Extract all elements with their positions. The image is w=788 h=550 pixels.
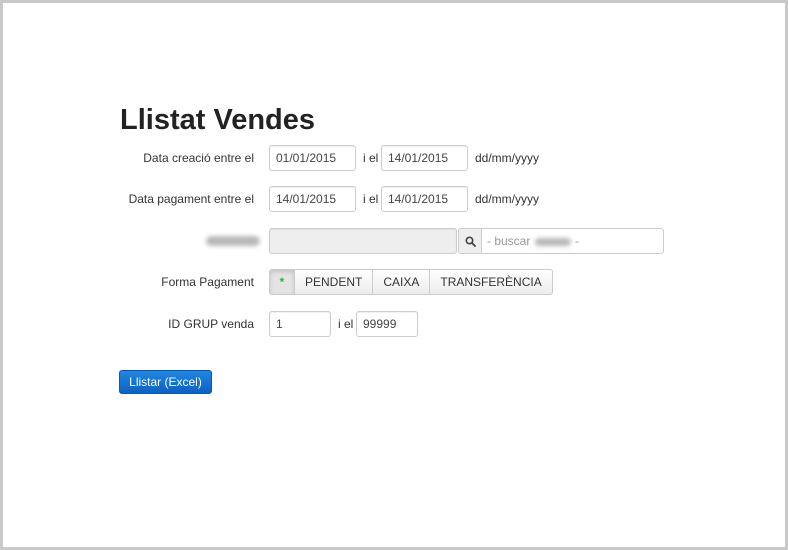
creation-date-from-input[interactable]: 01/01/2015 [269, 145, 356, 171]
page-title: Llistat Vendes [120, 104, 316, 136]
search-icon [464, 235, 476, 247]
payment-option-transfer[interactable]: TRANSFERÈNCIA [429, 269, 553, 295]
payment-date-row: Data pagament entre el 14/01/2015 i el 1… [0, 186, 788, 212]
search-placeholder-prefix: - buscar [487, 234, 531, 248]
group-id-from-input[interactable]: 1 [269, 311, 331, 337]
payment-option-pending[interactable]: PENDENT [294, 269, 374, 295]
creation-date-label: Data creació entre el [143, 151, 254, 165]
blurred-placeholder-text [534, 237, 571, 246]
blurred-label [206, 236, 260, 246]
group-id-separator: i el [338, 317, 354, 331]
search-row: - buscar - [0, 228, 788, 254]
payment-date-to-input[interactable]: 14/01/2015 [381, 186, 468, 212]
search-input[interactable]: - buscar - [481, 228, 664, 254]
payment-date-from-input[interactable]: 14/01/2015 [269, 186, 356, 212]
creation-date-separator: i el [363, 151, 379, 165]
search-selected-field[interactable] [269, 228, 457, 254]
group-id-row: ID GRUP venda 1 i el 99999 [0, 311, 788, 337]
search-button[interactable] [458, 228, 482, 254]
payment-option-cash[interactable]: CAIXA [372, 269, 431, 295]
group-id-label: ID GRUP venda [168, 317, 254, 331]
search-placeholder-suffix: - [575, 234, 580, 248]
creation-date-to-input[interactable]: 14/01/2015 [381, 145, 468, 171]
payment-method-row: Forma Pagament * PENDENT CAIXA TRANSFERÈ… [0, 269, 788, 295]
payment-method-toggle-group: * PENDENT CAIXA TRANSFERÈNCIA [269, 269, 553, 295]
payment-method-label: Forma Pagament [161, 275, 254, 289]
creation-date-row: Data creació entre el 01/01/2015 i el 14… [0, 145, 788, 171]
list-excel-button[interactable]: Llistar (Excel) [119, 370, 212, 394]
payment-date-format-hint: dd/mm/yyyy [475, 192, 540, 206]
creation-date-format-hint: dd/mm/yyyy [475, 151, 540, 165]
payment-option-all[interactable]: * [269, 269, 295, 295]
group-id-to-input[interactable]: 99999 [356, 311, 418, 337]
payment-date-label: Data pagament entre el [128, 192, 254, 206]
payment-date-separator: i el [363, 192, 379, 206]
